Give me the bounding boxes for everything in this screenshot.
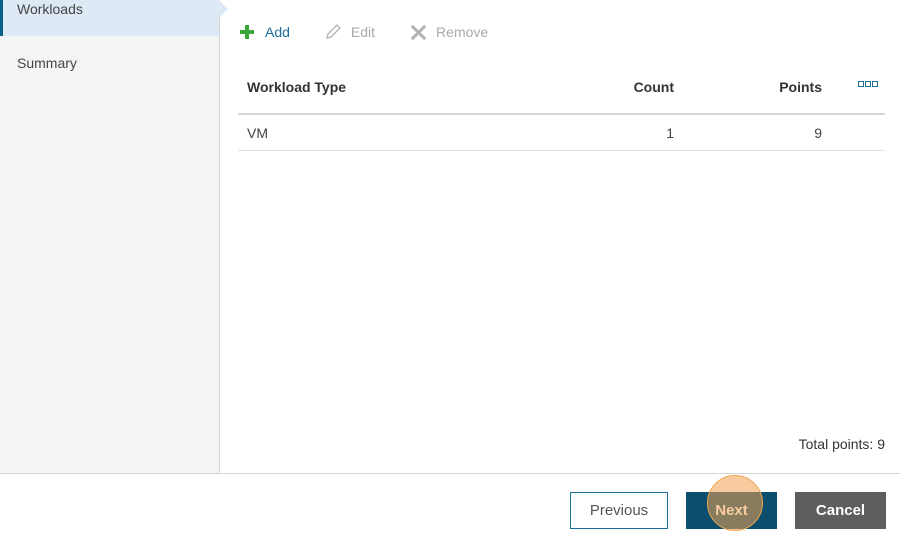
edit-label: Edit xyxy=(350,24,376,40)
sidebar-item-label: Summary xyxy=(17,55,77,71)
column-menu-icon[interactable] xyxy=(858,81,878,91)
add-label: Add xyxy=(265,24,290,40)
pencil-icon xyxy=(324,23,342,41)
wizard-footer: Previous Next Cancel xyxy=(0,473,900,545)
table-row[interactable]: VM 1 9 xyxy=(238,115,885,151)
cancel-button[interactable]: Cancel xyxy=(795,492,886,529)
previous-button[interactable]: Previous xyxy=(570,492,668,529)
wizard-sidebar: Workloads Summary xyxy=(0,0,228,473)
next-button[interactable]: Next xyxy=(686,492,777,529)
cell-points: 9 xyxy=(814,125,822,141)
table-header: Workload Type Count Points xyxy=(238,72,885,115)
column-header-points[interactable]: Points xyxy=(779,79,822,95)
workloads-table: Workload Type Count Points VM 1 9 xyxy=(238,72,885,151)
toolbar: Add Edit Remove xyxy=(238,21,522,43)
close-icon xyxy=(409,23,427,41)
sidebar-item-summary[interactable]: Summary xyxy=(0,52,219,88)
workloads-panel: Add Edit Remove Workload Type Count Poin… xyxy=(220,0,900,473)
add-button[interactable]: Add xyxy=(238,23,290,41)
sidebar-item-label: Workloads xyxy=(17,1,83,17)
plus-icon xyxy=(238,23,256,41)
cell-workload-type: VM xyxy=(247,125,268,141)
column-header-count[interactable]: Count xyxy=(634,79,674,95)
cell-count: 1 xyxy=(666,125,674,141)
remove-button[interactable]: Remove xyxy=(409,23,488,41)
edit-button[interactable]: Edit xyxy=(324,23,375,41)
remove-label: Remove xyxy=(436,24,489,40)
column-header-workload-type[interactable]: Workload Type xyxy=(247,79,346,95)
total-points: Total points: 9 xyxy=(798,436,885,452)
sidebar-item-workloads[interactable]: Workloads xyxy=(0,0,228,36)
